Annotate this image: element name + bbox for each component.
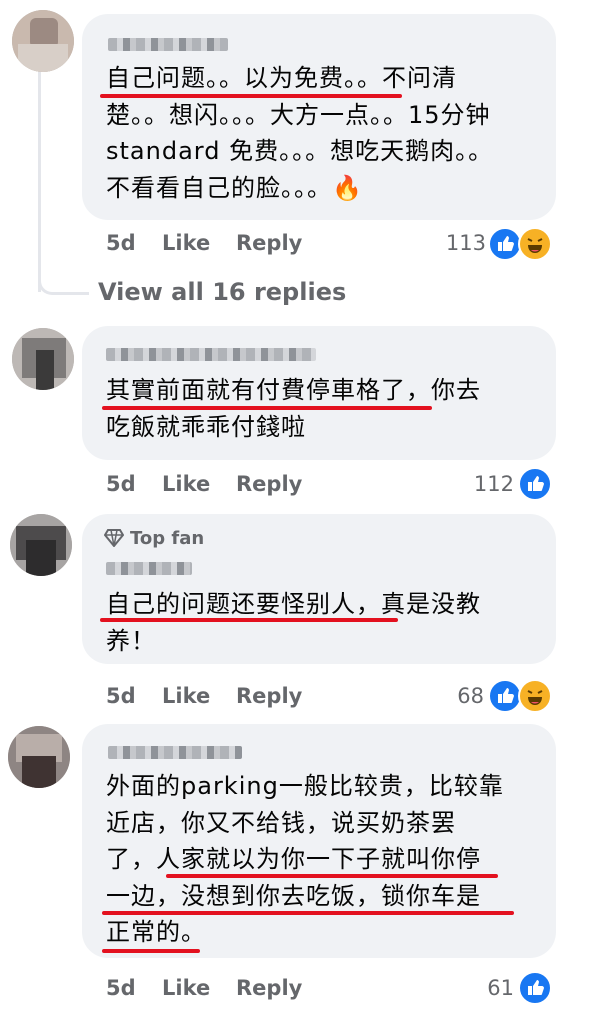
diamond-icon [103, 529, 125, 548]
reply-button[interactable]: Reply [236, 684, 302, 708]
comment-bubble: 其實前面就有付費停車格了，你去 吃飯就乖乖付錢啦 [82, 326, 556, 460]
avatar[interactable] [10, 514, 72, 576]
comment-bubble: 外面的parking一般比较贵，比较靠 近店，你又不给钱，说买奶茶罢 了，人家就… [82, 724, 556, 958]
commenter-name-blurred[interactable] [108, 746, 242, 759]
reaction-count[interactable]: 68 [424, 684, 484, 708]
avatar[interactable] [12, 328, 74, 390]
like-icon [518, 971, 552, 1005]
red-underline [102, 406, 432, 410]
view-replies-link[interactable]: View all 16 replies [98, 278, 346, 306]
avatar[interactable] [12, 10, 74, 72]
reply-button[interactable]: Reply [236, 472, 302, 496]
like-icon [488, 679, 522, 713]
comment-time: 5d [106, 472, 136, 496]
like-button[interactable]: Like [162, 976, 210, 1000]
like-icon [488, 227, 522, 261]
comment-time: 5d [106, 684, 136, 708]
like-button[interactable]: Like [162, 472, 210, 496]
comment-time: 5d [106, 976, 136, 1000]
comment-bubble: Top fan 自己的问题还要怪别人，真是没教 养！ [82, 514, 556, 664]
reply-button[interactable]: Reply [236, 976, 302, 1000]
red-underline [100, 618, 398, 622]
top-fan-badge: Top fan [103, 528, 204, 549]
red-underline [102, 949, 200, 953]
haha-icon [518, 679, 552, 713]
avatar[interactable] [8, 726, 70, 788]
commenter-name-blurred[interactable] [106, 348, 316, 361]
like-icon [518, 467, 552, 501]
red-underline [100, 94, 402, 98]
red-underline [102, 911, 514, 915]
reply-button[interactable]: Reply [236, 231, 302, 255]
haha-icon [518, 227, 552, 261]
red-underline [166, 874, 498, 878]
comment-time: 5d [106, 231, 136, 255]
reply-thread-connector [38, 262, 89, 295]
reply-thread-line [38, 62, 41, 292]
like-button[interactable]: Like [162, 231, 210, 255]
reaction-count[interactable]: 61 [454, 976, 514, 1000]
commenter-name-blurred[interactable] [106, 562, 192, 575]
reaction-count[interactable]: 113 [426, 231, 486, 255]
reaction-count[interactable]: 112 [454, 472, 514, 496]
like-button[interactable]: Like [162, 684, 210, 708]
comment-text: 外面的parking一般比较贵，比较靠 近店，你又不给钱，说买奶茶罢 了，人家就… [106, 772, 504, 946]
comment-text: 自己问题。。以为免费。。不问清 楚。。想闪。。。大方一点。。15分钟 stand… [106, 64, 494, 202]
commenter-name-blurred[interactable] [108, 38, 228, 51]
comment-text: 自己的问题还要怪别人，真是没教 养！ [106, 590, 481, 655]
comment-bubble: 自己问题。。以为免费。。不问清 楚。。想闪。。。大方一点。。15分钟 stand… [82, 14, 556, 220]
